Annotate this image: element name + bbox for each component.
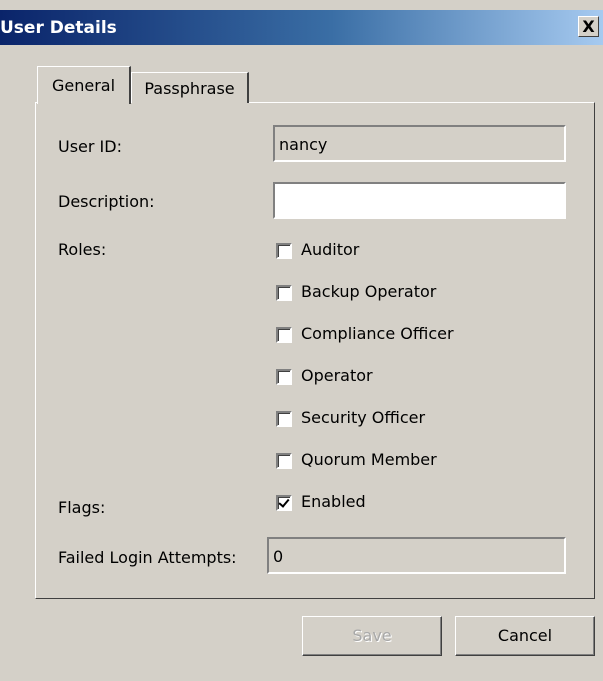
window-title: User Details bbox=[0, 18, 117, 38]
tab-passphrase-label: Passphrase bbox=[144, 79, 235, 98]
role-operator-checkbox[interactable] bbox=[276, 369, 292, 385]
role-backup-operator-label[interactable]: Backup Operator bbox=[301, 282, 436, 301]
flags-label: Flags: bbox=[58, 498, 106, 517]
role-auditor-label[interactable]: Auditor bbox=[301, 240, 359, 259]
flag-enabled-label[interactable]: Enabled bbox=[301, 492, 366, 511]
general-tab-panel: User ID: nancy Description: Roles: Audit… bbox=[35, 102, 595, 599]
close-icon: X bbox=[582, 17, 595, 36]
user-id-field: nancy bbox=[273, 125, 566, 162]
tab-passphrase[interactable]: Passphrase bbox=[131, 72, 249, 103]
role-compliance-officer-checkbox[interactable] bbox=[276, 327, 292, 343]
role-security-officer-label[interactable]: Security Officer bbox=[301, 408, 425, 427]
tab-general-label: General bbox=[51, 76, 116, 95]
user-id-label: User ID: bbox=[58, 137, 122, 156]
role-compliance-officer-label[interactable]: Compliance Officer bbox=[301, 324, 454, 343]
tab-general[interactable]: General bbox=[37, 66, 131, 104]
user-details-dialog: User Details X General Passphrase User I… bbox=[0, 0, 603, 681]
flag-enabled-checkbox[interactable] bbox=[276, 495, 292, 511]
role-auditor-checkbox[interactable] bbox=[276, 243, 292, 259]
roles-label: Roles: bbox=[58, 240, 107, 259]
role-security-officer-checkbox[interactable] bbox=[276, 411, 292, 427]
title-bar[interactable]: User Details X bbox=[0, 10, 603, 45]
description-input[interactable] bbox=[273, 182, 566, 219]
description-label: Description: bbox=[58, 192, 155, 211]
failed-login-attempts-field: 0 bbox=[267, 537, 566, 574]
role-quorum-member-checkbox[interactable] bbox=[276, 453, 292, 469]
role-quorum-member-label[interactable]: Quorum Member bbox=[301, 450, 437, 469]
close-button[interactable]: X bbox=[578, 16, 599, 37]
cancel-button[interactable]: Cancel bbox=[455, 616, 595, 656]
save-button[interactable]: Save bbox=[302, 616, 442, 656]
role-backup-operator-checkbox[interactable] bbox=[276, 285, 292, 301]
role-operator-label[interactable]: Operator bbox=[301, 366, 373, 385]
failed-login-attempts-label: Failed Login Attempts: bbox=[58, 548, 237, 567]
